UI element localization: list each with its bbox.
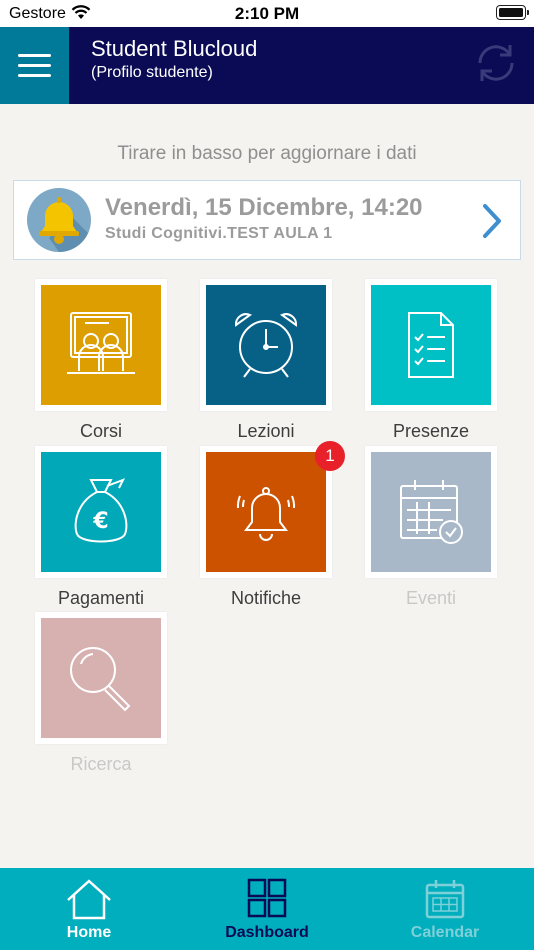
status-time: 2:10 PM xyxy=(234,4,300,23)
bell-icon xyxy=(236,487,296,541)
tab-home[interactable]: Home xyxy=(0,868,178,950)
tile-lezioni-background xyxy=(206,285,326,405)
tile-presenze[interactable]: Presenze xyxy=(365,279,497,442)
menu-line xyxy=(18,54,51,57)
hamburger-menu-button[interactable] xyxy=(0,27,69,104)
refresh-icon[interactable] xyxy=(472,39,520,87)
tile-label: Ricerca xyxy=(70,754,132,774)
grid-icon xyxy=(247,878,287,918)
chevron-right-icon[interactable] xyxy=(480,203,504,239)
tile-pagamenti-background: € xyxy=(41,452,161,572)
checklist-icon xyxy=(408,312,454,378)
menu-line xyxy=(18,74,51,77)
tile-label: Eventi xyxy=(405,588,457,608)
page-title: Student Blucloud xyxy=(91,36,258,61)
menu-line xyxy=(18,64,51,67)
notification-count-badge: 1 xyxy=(315,441,345,471)
tile-pagamenti[interactable]: € Pagamenti xyxy=(35,446,167,609)
tab-label: Dashboard xyxy=(225,924,309,941)
tile-label: Lezioni xyxy=(237,421,295,441)
tile-corsi[interactable]: Corsi xyxy=(35,279,167,442)
app-header: Student Blucloud (Profilo studente) xyxy=(0,27,534,104)
calendar-check-icon xyxy=(400,480,463,544)
tile-presenze-background xyxy=(371,285,491,405)
tile-eventi-background xyxy=(371,452,491,572)
event-location: Studi Cognitivi.TEST AULA 1 xyxy=(105,225,333,242)
magnifier-icon xyxy=(70,647,131,712)
bottom-tab-bar: Home Dashboard Calendar xyxy=(0,868,534,950)
tile-lezioni[interactable]: Lezioni xyxy=(200,279,332,442)
tile-notifiche-background xyxy=(206,452,326,572)
tile-ricerca-background xyxy=(41,618,161,738)
tile-eventi[interactable]: Eventi xyxy=(365,446,497,609)
event-date: Venerdì, 15 Dicembre, 14:20 xyxy=(105,194,423,221)
status-bar: Gestore 2:10 PM xyxy=(0,0,534,27)
tile-label: Presenze xyxy=(392,421,470,441)
bell-avatar-icon xyxy=(27,188,91,252)
alarm-clock-icon xyxy=(234,313,298,378)
tab-calendar[interactable]: Calendar xyxy=(356,868,534,950)
page-subtitle: (Profilo studente) xyxy=(91,64,213,81)
tab-label: Home xyxy=(66,924,112,941)
tile-label: Pagamenti xyxy=(57,588,145,608)
classroom-icon xyxy=(67,312,135,374)
battery-tip xyxy=(527,10,529,15)
battery-icon xyxy=(496,5,526,20)
tile-corsi-background xyxy=(41,285,161,405)
next-event-card[interactable]: Venerdì, 15 Dicembre, 14:20 Studi Cognit… xyxy=(13,180,521,260)
tile-ricerca[interactable]: Ricerca xyxy=(35,612,167,775)
calendar-icon xyxy=(425,880,465,919)
tab-dashboard[interactable]: Dashboard xyxy=(178,868,356,950)
tab-label: Calendar xyxy=(410,924,480,941)
tile-label: Notifiche xyxy=(230,588,302,608)
home-icon xyxy=(67,879,111,920)
money-bag-icon: € xyxy=(74,478,128,543)
tile-label: Corsi xyxy=(79,421,122,441)
svg-text:€: € xyxy=(92,509,108,534)
tile-notifiche[interactable]: 1 Notifiche xyxy=(200,441,345,609)
pull-to-refresh-hint: Tirare in basso per aggiornare i dati xyxy=(117,143,417,164)
